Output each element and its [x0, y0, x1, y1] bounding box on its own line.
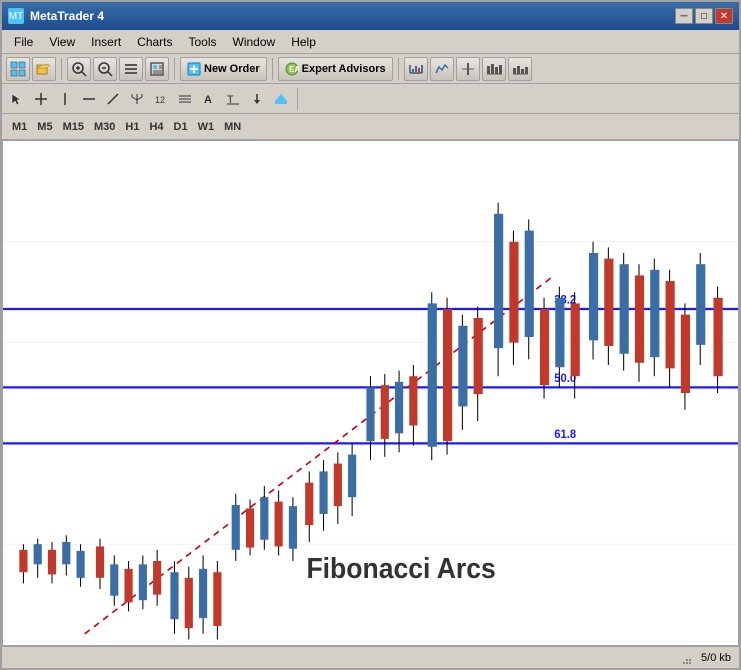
status-bar: 5/0 kb	[2, 646, 739, 668]
chart-title: Fibonacci Arcs	[306, 552, 495, 584]
tf-h4[interactable]: H4	[145, 117, 167, 137]
app-icon: MT	[8, 8, 24, 24]
resize-grip-icon	[677, 650, 693, 666]
svg-text:12: 12	[155, 95, 165, 105]
tools-separator	[297, 88, 298, 110]
menu-bar: File View Insert Charts Tools Window Hel…	[2, 30, 739, 54]
new-order-button[interactable]: New Order	[180, 57, 267, 81]
svg-text:A: A	[204, 94, 212, 106]
tf-m5[interactable]: M5	[33, 117, 56, 137]
template-button[interactable]	[145, 57, 169, 81]
text-tool[interactable]: A	[198, 88, 220, 110]
expert-advisors-button[interactable]: EA Expert Advisors	[278, 57, 393, 81]
color-tool[interactable]	[270, 88, 292, 110]
history-button[interactable]	[404, 57, 428, 81]
window-controls: ─ □ ✕	[675, 8, 733, 24]
open-button[interactable]	[32, 57, 56, 81]
menu-insert[interactable]: Insert	[83, 33, 129, 51]
maximize-button[interactable]: □	[695, 8, 713, 24]
close-button[interactable]: ✕	[715, 8, 733, 24]
vertical-line-tool[interactable]	[54, 88, 76, 110]
indicators-button[interactable]	[430, 57, 454, 81]
tools-toolbar: 12 A T	[2, 84, 739, 114]
properties-button[interactable]	[119, 57, 143, 81]
tf-m30[interactable]: M30	[90, 117, 119, 137]
horizontal-line-tool[interactable]	[78, 88, 100, 110]
pitchfork-tool[interactable]	[126, 88, 148, 110]
new-chart-button[interactable]	[6, 57, 30, 81]
tf-w1[interactable]: W1	[194, 117, 219, 137]
arrow-tool[interactable]	[246, 88, 268, 110]
tf-m15[interactable]: M15	[59, 117, 88, 137]
file-info: 5/0 kb	[701, 652, 731, 664]
period-sep-button[interactable]	[456, 57, 480, 81]
zoom-out-button[interactable]	[93, 57, 117, 81]
fibonacci-tool[interactable]	[174, 88, 196, 110]
menu-view[interactable]: View	[41, 33, 83, 51]
menu-tools[interactable]: Tools	[181, 33, 225, 51]
trendline-tool[interactable]	[102, 88, 124, 110]
status-right: 5/0 kb	[677, 650, 731, 666]
svg-text:61.8: 61.8	[554, 427, 576, 441]
menu-file[interactable]: File	[6, 33, 41, 51]
tf-h1[interactable]: H1	[121, 117, 143, 137]
toolbar-separator-3	[272, 58, 273, 80]
text2-tool[interactable]: T	[222, 88, 244, 110]
toolbar-separator-4	[398, 58, 399, 80]
menu-window[interactable]: Window	[225, 33, 284, 51]
expert-advisors-label: Expert Advisors	[302, 63, 386, 75]
menu-charts[interactable]: Charts	[129, 33, 180, 51]
window-title: MetaTrader 4	[30, 9, 104, 23]
toolbar-separator-1	[61, 58, 62, 80]
main-toolbar: New Order EA Expert Advisors	[2, 54, 739, 84]
menu-help[interactable]: Help	[283, 33, 324, 51]
elliot-tool[interactable]: 12	[150, 88, 172, 110]
tf-mn[interactable]: MN	[220, 117, 245, 137]
minimize-button[interactable]: ─	[675, 8, 693, 24]
main-window: MT MetaTrader 4 ─ □ ✕ File View Insert C…	[0, 0, 741, 670]
toolbar-separator-2	[174, 58, 175, 80]
chart-area[interactable]: 38.2 50.0 61.8	[2, 140, 739, 646]
title-bar: MT MetaTrader 4 ─ □ ✕	[2, 2, 739, 30]
timeframe-toolbar: M1 M5 M15 M30 H1 H4 D1 W1 MN	[2, 114, 739, 140]
zoom-out2-button[interactable]	[508, 57, 532, 81]
tf-d1[interactable]: D1	[170, 117, 192, 137]
svg-text:EA: EA	[289, 65, 299, 74]
new-order-label: New Order	[204, 63, 260, 75]
chart-canvas: 38.2 50.0 61.8	[3, 141, 738, 645]
cursor-tool[interactable]	[6, 88, 28, 110]
crosshair-tool[interactable]	[30, 88, 52, 110]
zoom-in-button[interactable]	[67, 57, 91, 81]
tf-m1[interactable]: M1	[8, 117, 31, 137]
zoom-in2-button[interactable]	[482, 57, 506, 81]
